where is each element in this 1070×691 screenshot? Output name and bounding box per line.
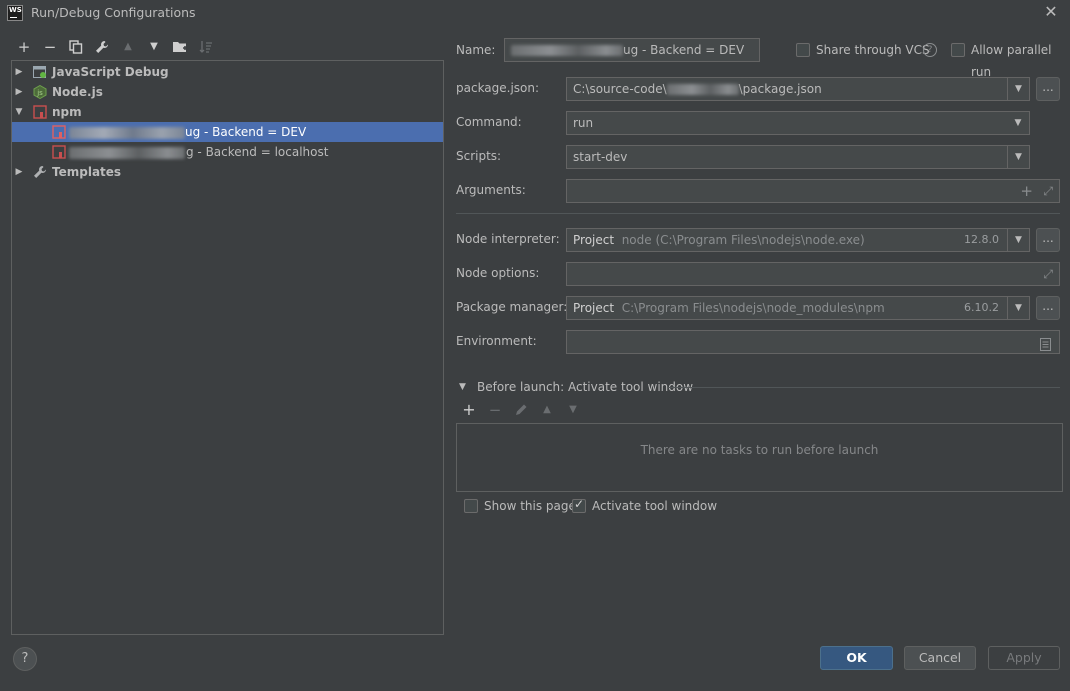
- dropdown-arrow-icon[interactable]: ▼: [1007, 297, 1029, 319]
- npm-config-icon: [52, 145, 66, 159]
- npm-config-icon: [52, 125, 66, 139]
- command-combo[interactable]: run ▼: [566, 111, 1030, 135]
- empty-tasks-message: There are no tasks to run before launch: [640, 443, 879, 457]
- before-launch-title: Before launch: Activate tool window: [477, 380, 694, 394]
- cancel-button[interactable]: Cancel: [904, 646, 976, 670]
- add-configuration-button[interactable]: +: [14, 37, 34, 57]
- edit-task-button[interactable]: [511, 400, 531, 420]
- create-folder-button[interactable]: [170, 37, 190, 57]
- share-vcs-checkbox[interactable]: [796, 43, 810, 57]
- redacted-text: [666, 84, 739, 95]
- activate-window-checkbox[interactable]: [572, 497, 586, 513]
- dropdown-arrow-icon[interactable]: ▼: [1007, 146, 1029, 168]
- show-page-label: Show this page: [484, 499, 576, 513]
- tree-item-npm[interactable]: ▼ npm: [12, 102, 443, 122]
- expand-arrow-icon[interactable]: ▶: [14, 82, 24, 102]
- show-page-checkbox[interactable]: [464, 499, 478, 513]
- window-title: Run/Debug Configurations: [31, 5, 196, 20]
- allow-parallel-label: Allow parallel run: [971, 43, 1052, 79]
- arguments-label: Arguments:: [456, 183, 526, 197]
- dropdown-arrow-icon[interactable]: ▼: [1007, 112, 1029, 134]
- share-vcs-label: Share through VCS: [816, 43, 930, 57]
- npm-icon: [33, 105, 47, 119]
- dropdown-arrow-icon[interactable]: ▼: [1007, 229, 1029, 251]
- package-manager-label: Package manager:: [456, 300, 568, 314]
- redacted-text: [69, 126, 185, 139]
- separator: [456, 213, 1060, 214]
- wrench-icon: [96, 41, 108, 53]
- before-launch-task-list[interactable]: There are no tasks to run before launch: [456, 423, 1063, 492]
- browse-node-interpreter-button[interactable]: ...: [1036, 228, 1060, 252]
- ok-button[interactable]: OK: [820, 646, 893, 670]
- tree-item-javascript-debug[interactable]: ▶ JavaScript Debug: [12, 62, 443, 82]
- browse-package-manager-button[interactable]: ...: [1036, 296, 1060, 320]
- separator: [668, 387, 1060, 388]
- redacted-text: [69, 146, 185, 159]
- edit-defaults-button[interactable]: [92, 37, 112, 57]
- nodejs-icon: js: [33, 84, 47, 100]
- expand-icon[interactable]: ⤢: [1043, 180, 1053, 202]
- tree-item-nodejs[interactable]: ▶ js Node.js: [12, 82, 443, 102]
- pencil-icon: [515, 404, 526, 415]
- node-interpreter-label: Node interpreter:: [456, 232, 560, 246]
- environment-input[interactable]: [566, 330, 1060, 354]
- node-options-input[interactable]: ⤢: [566, 262, 1060, 286]
- scripts-combo[interactable]: start-dev ▼: [566, 145, 1030, 169]
- collapse-arrow-icon[interactable]: ▼: [459, 380, 466, 394]
- node-options-label: Node options:: [456, 266, 540, 280]
- javascript-debug-icon: [33, 65, 47, 79]
- arguments-input[interactable]: + ⤢: [566, 179, 1060, 203]
- package-json-label: package.json:: [456, 81, 540, 95]
- insert-macro-icon[interactable]: +: [1020, 180, 1033, 202]
- svg-text:js: js: [36, 89, 43, 97]
- help-button[interactable]: ?: [13, 647, 37, 671]
- remove-task-button[interactable]: −: [485, 400, 505, 420]
- package-manager-combo[interactable]: Project C:\Program Files\nodejs\node_mod…: [566, 296, 1030, 320]
- move-up-button[interactable]: ▲: [118, 37, 138, 57]
- copy-icon: [69, 40, 83, 54]
- add-task-button[interactable]: +: [459, 400, 479, 420]
- activate-window-label: Activate tool window: [592, 499, 718, 513]
- apply-button[interactable]: Apply: [988, 646, 1060, 670]
- help-icon[interactable]: ?: [923, 43, 937, 57]
- collapse-arrow-icon[interactable]: ▼: [14, 102, 24, 122]
- redacted-text: [511, 45, 623, 56]
- wrench-icon: [33, 165, 47, 179]
- expand-arrow-icon[interactable]: ▶: [14, 62, 24, 82]
- sort-icon: [199, 41, 212, 53]
- tree-item-backend-localhost[interactable]: g - Backend = localhost: [12, 142, 443, 162]
- expand-icon[interactable]: ⤢: [1043, 263, 1053, 285]
- browse-package-json-button[interactable]: ...: [1036, 77, 1060, 101]
- copy-configuration-button[interactable]: [66, 37, 86, 57]
- name-input[interactable]: ug - Backend = DEV: [504, 38, 760, 62]
- allow-parallel-checkbox[interactable]: [951, 43, 965, 57]
- command-label: Command:: [456, 115, 522, 129]
- package-json-combo[interactable]: C:\source-code\ \package.json ▼: [566, 77, 1030, 101]
- scripts-label: Scripts:: [456, 149, 502, 163]
- tree-item-backend-dev[interactable]: ug - Backend = DEV: [12, 122, 443, 142]
- move-task-down-button[interactable]: ▼: [563, 400, 583, 420]
- webstorm-logo-icon: WS: [7, 5, 23, 21]
- tree-item-templates[interactable]: ▶ Templates: [12, 162, 443, 182]
- environment-label: Environment:: [456, 334, 537, 348]
- move-task-up-button[interactable]: ▲: [537, 400, 557, 420]
- expand-arrow-icon[interactable]: ▶: [14, 162, 24, 182]
- close-icon[interactable]: ✕: [1042, 2, 1060, 22]
- remove-configuration-button[interactable]: −: [40, 37, 60, 57]
- edit-environment-icon[interactable]: [1040, 336, 1051, 353]
- dropdown-arrow-icon[interactable]: ▼: [1007, 78, 1029, 100]
- name-label: Name:: [456, 43, 496, 57]
- move-down-button[interactable]: ▼: [144, 37, 164, 57]
- configurations-tree[interactable]: ▶ JavaScript Debug ▶ js Node.js ▼ npm ug…: [11, 60, 444, 635]
- sort-configurations-button[interactable]: [196, 37, 216, 57]
- folder-icon: [172, 42, 187, 52]
- node-interpreter-combo[interactable]: Project node (C:\Program Files\nodejs\no…: [566, 228, 1030, 252]
